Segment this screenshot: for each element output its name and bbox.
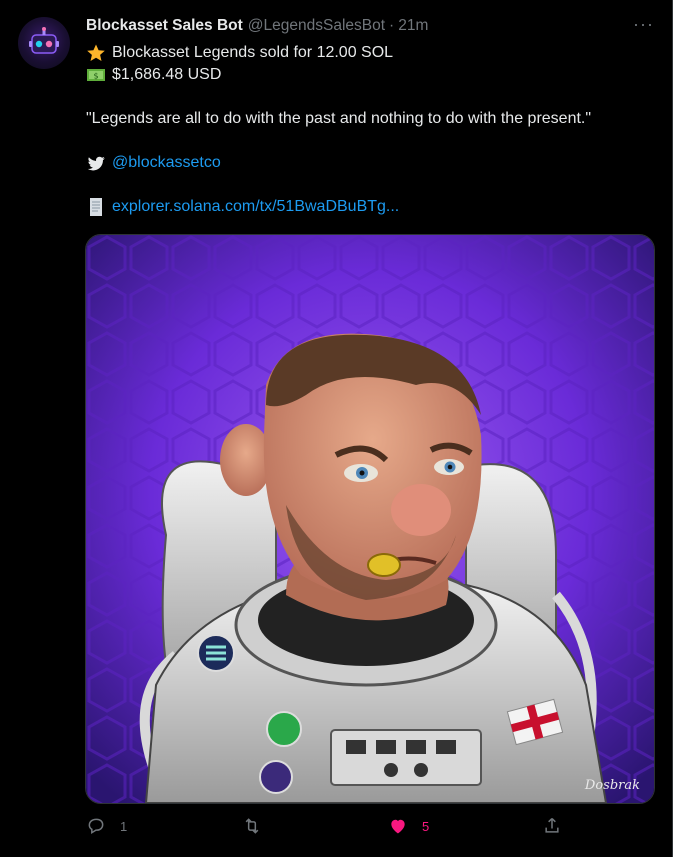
explorer-link[interactable]: explorer.solana.com/tx/51BwaDBuBTg... (112, 196, 399, 218)
retweet-icon (245, 818, 259, 834)
reply-count: 1 (120, 818, 128, 834)
quote-text: "Legends are all to do with the past and… (86, 110, 592, 127)
tweet-actions: 1 5 (86, 816, 566, 842)
more-icon[interactable]: ··· (633, 14, 654, 35)
explorer-line: explorer.solana.com/tx/51BwaDBuBTg... (86, 196, 399, 218)
tweet-header: Blockasset Sales Bot @LegendsSalesBot · … (86, 14, 656, 38)
usd-text: $1,686.48 USD (112, 66, 222, 83)
share-icon (545, 817, 559, 833)
tweet-content: Blockasset Sales Bot @LegendsSalesBot · … (86, 14, 656, 216)
like-button[interactable]: 5 (388, 816, 429, 836)
robot-logo-icon (29, 27, 59, 54)
reply-button[interactable]: 1 (86, 816, 127, 836)
reply-icon (88, 818, 104, 834)
star-icon (86, 43, 106, 63)
artist-signature: Dosbrak (584, 778, 640, 793)
sale-text: Blockasset Legends sold for 12.00 SOL (112, 44, 394, 61)
timestamp[interactable]: 21m (398, 16, 428, 36)
usd-line: $ $1,686.48 USD (86, 64, 221, 86)
twitter-line: @blockassetco (86, 152, 221, 174)
avatar[interactable] (18, 17, 70, 69)
sale-line: Blockasset Legends sold for 12.00 SOL (86, 42, 393, 64)
share-button[interactable] (542, 816, 562, 836)
tweet[interactable]: Blockasset Sales Bot @LegendsSalesBot · … (0, 0, 673, 857)
author-name[interactable]: Blockasset Sales Bot (86, 16, 243, 36)
receipt-icon (86, 197, 106, 217)
retweet-button[interactable] (241, 816, 277, 836)
blockasset-link[interactable]: @blockassetco (112, 152, 221, 174)
astronaut-illustration (86, 235, 654, 803)
heart-icon (391, 819, 405, 834)
like-count: 5 (422, 818, 430, 834)
money-icon: $ (86, 65, 106, 85)
twitter-bird-icon (86, 153, 106, 173)
author-handle[interactable]: @LegendsSalesBot (248, 16, 385, 36)
svg-text:$: $ (93, 72, 98, 81)
separator-dot: · (389, 17, 395, 34)
nft-image[interactable]: Dosbrak (85, 234, 655, 804)
